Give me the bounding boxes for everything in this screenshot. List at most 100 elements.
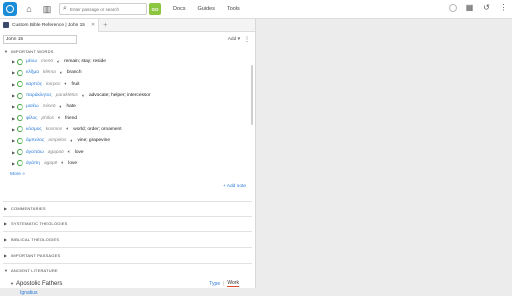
gloss: friend <box>65 115 78 121</box>
transliteration: paraklētos <box>55 93 78 99</box>
lemma-link[interactable]: μισέω <box>26 104 39 109</box>
home-icon[interactable]: ⌂ <box>23 3 35 15</box>
chevron-right-icon: ▶ <box>4 252 8 258</box>
add-button[interactable]: Add ▾ <box>228 37 240 42</box>
section-important-words[interactable]: ▼ IMPORTANT WORDS <box>0 46 255 56</box>
transliteration: karpos <box>46 81 61 87</box>
logos-logo-icon[interactable] <box>3 2 17 16</box>
gloss: fruit <box>71 81 80 87</box>
separator: | <box>223 280 225 287</box>
lemma-link[interactable]: ἀγαπάω <box>26 150 44 155</box>
lemma-link[interactable]: ἀγάπη <box>26 161 40 166</box>
transliteration: agapaō <box>47 149 64 155</box>
menu-icon[interactable]: ⋮ <box>499 3 508 12</box>
speaker-icon[interactable]: 🔈︎ <box>66 126 69 132</box>
word-row[interactable]: ▶ κλῆμα klēma 🔈︎ branch <box>0 67 255 78</box>
transliteration: miseō <box>42 104 56 110</box>
close-icon[interactable]: ✕ <box>91 22 95 28</box>
history-icon[interactable]: ↺ <box>482 3 491 12</box>
section-important-passages[interactable]: ▶ IMPORTANT PASSAGES <box>0 248 255 263</box>
speaker-icon[interactable]: 🔈︎ <box>82 93 85 99</box>
ancient-sub-item[interactable]: Ignatius <box>0 290 255 296</box>
gloss: world; order; ornament <box>73 126 122 132</box>
frequency-ring-icon <box>17 115 23 122</box>
transliteration: klēma <box>43 70 56 76</box>
section-biblical-theologies[interactable]: ▶ BIBLICAL THEOLOGIES <box>0 232 255 247</box>
section-commentaries[interactable]: ▶ COMMENTARIES <box>0 202 255 216</box>
transliteration: agapē <box>43 160 58 166</box>
nav-tools[interactable]: Tools <box>227 6 240 12</box>
gloss: love <box>74 149 84 155</box>
gloss: vine; grapevine <box>77 138 110 144</box>
add-note-link[interactable]: + Add note <box>223 184 246 189</box>
word-row[interactable]: ▶ μένω menō 🔈︎ remain; stay; reside <box>0 56 255 67</box>
transliteration: ampelos <box>48 138 67 144</box>
reference-bar: Add ▾ ⋮ <box>0 32 255 46</box>
speaker-icon[interactable]: 🔈︎ <box>64 81 67 87</box>
lemma-link[interactable]: φίλος <box>26 116 37 121</box>
transliteration: philos <box>41 115 55 121</box>
transliteration: menō <box>41 59 54 65</box>
add-tab-icon[interactable]: + <box>103 22 107 29</box>
gloss: branch <box>66 70 82 76</box>
group-title: Apostolic Fathers <box>16 280 63 287</box>
section-title: ANCIENT LITERATURE <box>11 268 58 274</box>
section-systematic-theologies[interactable]: ▶ SYSTEMATIC THEOLOGIES <box>0 217 255 231</box>
word-row[interactable]: ▶ ἀγαπάω agapaō 🔈︎ love <box>0 146 255 157</box>
speaker-icon[interactable]: 🔈︎ <box>68 149 71 155</box>
tab-custom-bible-reference[interactable]: Custom Bible Reference | John 15 ✕ <box>0 18 100 32</box>
section-title: IMPORTANT PASSAGES <box>11 252 61 258</box>
sync-status-icon[interactable] <box>449 3 457 12</box>
lemma-link[interactable]: παράκλητος <box>26 93 52 98</box>
section-ancient-literature[interactable]: ▼ ANCIENT LITERATURE <box>0 264 255 278</box>
search-box: ⌕ <box>59 3 147 15</box>
more-options-icon[interactable]: ⋮ <box>244 36 250 43</box>
word-row[interactable]: ▶ παράκλητος paraklētos 🔈︎ advocate; helper;… <box>0 90 255 101</box>
chevron-down-icon: ▼ <box>4 268 9 274</box>
frequency-ring-icon <box>17 137 23 144</box>
scrollbar[interactable] <box>251 65 253 125</box>
work-toggle[interactable]: Work <box>227 280 239 288</box>
type-toggle[interactable]: Type <box>209 281 220 287</box>
reference-input[interactable] <box>3 34 77 44</box>
tab-bar: Custom Bible Reference | John 15 ✕ + <box>0 18 255 32</box>
lemma-link[interactable]: μένω <box>26 59 37 64</box>
book-icon <box>3 22 9 28</box>
speaker-icon[interactable]: 🔈︎ <box>58 115 61 121</box>
layout-icon[interactable]: ▦ <box>465 3 474 12</box>
word-row[interactable]: ▶ κόσμος kosmos 🔈︎ world; order; ornament <box>0 124 255 135</box>
nav-guides[interactable]: Guides <box>198 6 215 12</box>
chevron-down-icon: ▼ <box>4 48 9 54</box>
speaker-icon[interactable]: 🔈︎ <box>61 160 64 166</box>
speaker-icon[interactable]: 🔈︎ <box>60 70 63 76</box>
word-row[interactable]: ▶ ἀγάπη agapē 🔈︎ love <box>0 158 255 169</box>
speaker-icon[interactable]: 🔈︎ <box>59 104 62 110</box>
go-button[interactable]: GO <box>149 3 161 15</box>
word-row[interactable]: ▶ φίλος philos 🔈︎ friend <box>0 112 255 123</box>
gloss: advocate; helper; intercessor <box>88 93 151 99</box>
chevron-right-icon: ▶ <box>4 221 8 227</box>
frequency-ring-icon <box>17 103 23 110</box>
gloss: hate <box>66 104 76 110</box>
word-row[interactable]: ▶ καρπός karpos 🔈︎ fruit <box>0 79 255 90</box>
word-row[interactable]: ▶ μισέω miseō 🔈︎ hate <box>0 101 255 112</box>
section-title: COMMENTARIES <box>11 206 46 212</box>
speaker-icon[interactable]: 🔈︎ <box>57 59 60 65</box>
library-icon[interactable]: ▥ <box>41 3 53 15</box>
speaker-icon[interactable]: 🔈︎ <box>70 138 73 144</box>
nav-docs[interactable]: Docs <box>173 6 186 12</box>
search-input[interactable] <box>70 4 146 14</box>
lemma-link[interactable]: ἄμπελος <box>26 138 44 143</box>
important-words-list: ▶ μένω menō 🔈︎ remain; stay; reside ▶ κλῆμα klē… <box>0 56 255 169</box>
word-row[interactable]: ▶ ἄμπελος ampelos 🔈︎ vine; grapevine <box>0 135 255 146</box>
lemma-link[interactable]: κλῆμα <box>26 70 39 75</box>
lemma-link[interactable]: κόσμος <box>26 127 42 132</box>
lemma-link[interactable]: καρπός <box>26 82 42 87</box>
section-title: SYSTEMATIC THEOLOGIES <box>11 221 68 227</box>
more-link[interactable]: More » <box>0 169 25 180</box>
frequency-ring-icon <box>17 160 23 167</box>
reference-panel: Custom Bible Reference | John 15 ✕ + Add… <box>0 18 256 296</box>
type-work-toggle: Type | Work <box>209 280 239 288</box>
section-title: BIBLICAL THEOLOGIES <box>11 236 60 242</box>
ancient-group-row[interactable]: ▼ Apostolic Fathers Type | Work <box>0 278 255 290</box>
